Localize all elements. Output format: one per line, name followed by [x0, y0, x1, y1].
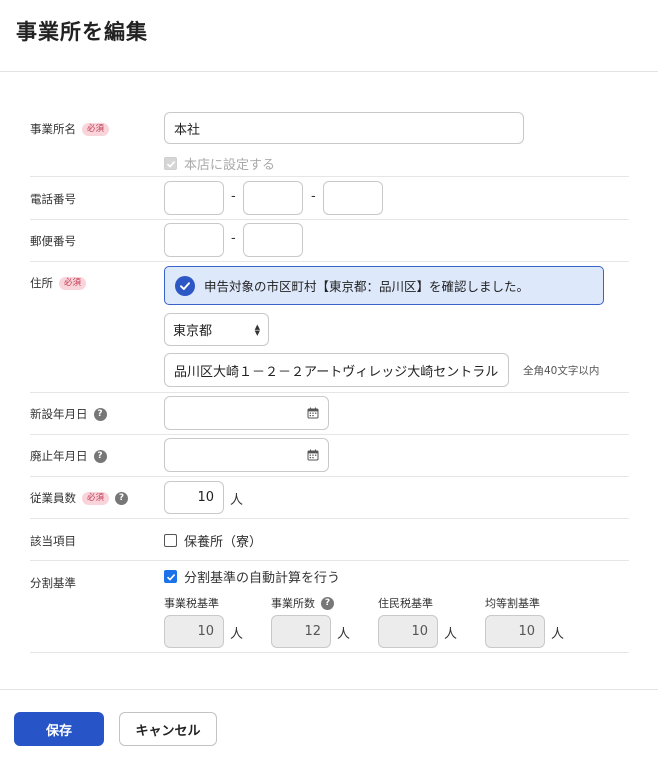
business-tax-basis-label: 事業税基準	[164, 597, 219, 610]
unit-label: 人	[337, 627, 351, 642]
row-divider	[30, 652, 629, 653]
required-badge: 必須	[82, 491, 110, 505]
calendar-icon[interactable]	[307, 449, 319, 461]
phone-separator: -	[311, 189, 316, 204]
required-badge: 必須	[59, 276, 87, 290]
address-confirm-notice: 申告対象の市区町村【東京都：品川区】を確認しました。	[164, 266, 604, 305]
cancel-button[interactable]: キャンセル	[119, 712, 217, 746]
auto-calc-checkbox[interactable]	[164, 570, 177, 583]
unit-label: 人	[551, 627, 565, 642]
phone-input-3[interactable]	[323, 181, 383, 215]
row-divider	[30, 392, 629, 393]
established-date-label: 新設年月日 ?	[30, 406, 107, 422]
row-divider	[30, 518, 629, 519]
help-icon[interactable]: ?	[93, 407, 107, 421]
recreation-facility-checkbox-row[interactable]: 保養所（寮）	[164, 531, 262, 550]
required-badge: 必須	[82, 122, 110, 136]
row-divider	[30, 219, 629, 220]
abolished-date-label: 廃止年月日 ?	[30, 448, 107, 464]
abolished-date-input[interactable]	[164, 438, 329, 472]
page-title: 事業所を編集	[16, 20, 148, 44]
applicable-label: 該当項目	[30, 534, 76, 548]
established-date-input[interactable]	[164, 396, 329, 430]
address-hint: 全角40文字以内	[523, 365, 600, 377]
help-icon[interactable]: ?	[321, 596, 334, 610]
employees-input[interactable]: 10	[164, 481, 224, 514]
row-divider	[30, 434, 629, 435]
street-address-input[interactable]: 品川区大崎１－２－２アートヴィレッジ大崎セントラル	[164, 353, 509, 387]
phone-label: 電話番号	[30, 192, 76, 206]
employees-label: 従業員数 必須 ?	[30, 490, 129, 506]
head-office-checkbox-row[interactable]: 本店に設定する	[164, 154, 275, 173]
per-capita-basis-input[interactable]: 10	[485, 615, 545, 648]
resident-tax-basis-input[interactable]: 10	[378, 615, 438, 648]
per-capita-basis-label: 均等割基準	[485, 597, 540, 610]
head-office-checkbox[interactable]	[164, 157, 177, 170]
office-name-label: 事業所名 必須	[30, 121, 110, 137]
postal-input-2[interactable]	[243, 223, 303, 257]
auto-calc-checkbox-row[interactable]: 分割基準の自動計算を行う	[164, 567, 340, 586]
row-divider	[30, 560, 629, 561]
phone-input-2[interactable]	[243, 181, 303, 215]
business-tax-basis-input[interactable]: 10	[164, 615, 224, 648]
postal-separator: -	[231, 231, 236, 246]
row-divider	[30, 176, 629, 177]
office-name-input[interactable]: 本社	[164, 112, 524, 144]
header-divider	[0, 71, 658, 72]
phone-separator: -	[231, 189, 236, 204]
help-icon[interactable]: ?	[93, 449, 107, 463]
division-basis-label: 分割基準	[30, 576, 76, 590]
row-divider	[30, 261, 629, 262]
employees-unit: 人	[230, 493, 244, 508]
prefecture-select[interactable]: 東京都 ▲ ▼	[164, 313, 269, 346]
unit-label: 人	[230, 627, 244, 642]
recreation-facility-checkbox[interactable]	[164, 534, 177, 547]
postal-input-1[interactable]	[164, 223, 224, 257]
calendar-icon[interactable]	[307, 407, 319, 419]
select-arrows-icon: ▲ ▼	[254, 322, 260, 337]
help-icon[interactable]: ?	[115, 491, 129, 505]
office-count-input[interactable]: 12	[271, 615, 331, 648]
resident-tax-basis-label: 住民税基準	[378, 597, 433, 610]
save-button[interactable]: 保存	[14, 712, 104, 746]
check-circle-icon	[175, 275, 195, 296]
row-divider	[30, 476, 629, 477]
address-label: 住所 必須	[30, 275, 87, 291]
unit-label: 人	[444, 627, 458, 642]
postal-label: 郵便番号	[30, 234, 76, 248]
phone-input-1[interactable]	[164, 181, 224, 215]
footer-divider	[0, 689, 658, 690]
office-count-label: 事業所数?	[271, 595, 334, 611]
